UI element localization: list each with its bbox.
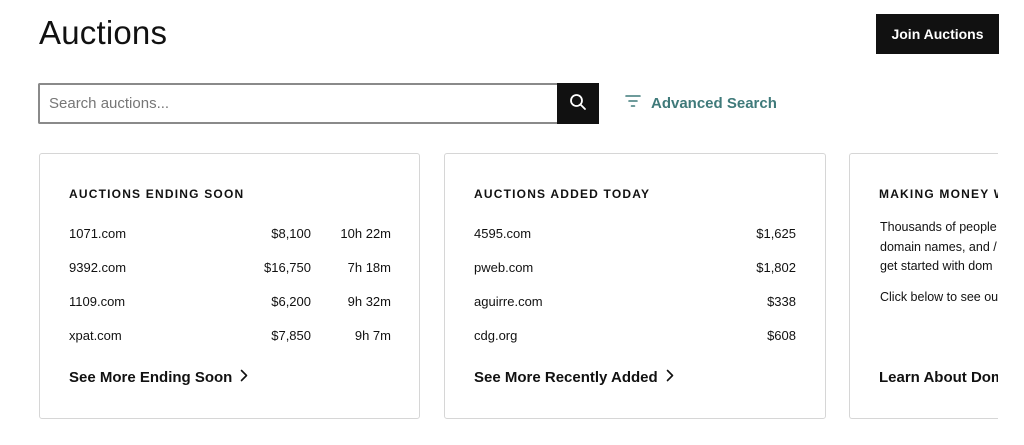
auction-row[interactable]: 1071.com $8,100 10h 22m <box>69 226 391 244</box>
auction-row[interactable]: aguirre.com $338 <box>474 294 796 312</box>
auction-row[interactable]: 9392.com $16,750 7h 18m <box>69 260 391 278</box>
join-auctions-button[interactable]: Join Auctions <box>876 14 999 54</box>
current-bid: $1,625 <box>756 226 796 241</box>
advanced-search-link[interactable]: Advanced Search <box>625 94 777 112</box>
search-box <box>38 83 559 124</box>
domain-name[interactable]: cdg.org <box>474 328 517 343</box>
auction-row[interactable]: 1109.com $6,200 9h 32m <box>69 294 391 312</box>
chevron-right-icon <box>240 369 248 386</box>
domain-name[interactable]: 1109.com <box>69 294 125 309</box>
see-more-label: See More Recently Added <box>474 369 658 386</box>
domain-name[interactable]: 4595.com <box>474 226 531 241</box>
current-bid: $8,100 <box>271 226 311 241</box>
domain-name[interactable]: 9392.com <box>69 260 126 275</box>
time-left: 7h 18m <box>347 260 391 275</box>
auction-row[interactable]: pweb.com $1,802 <box>474 260 796 278</box>
filter-icon <box>625 94 641 112</box>
card-title: AUCTIONS ENDING SOON <box>69 187 245 201</box>
current-bid: $1,802 <box>756 260 796 275</box>
domain-name[interactable]: aguirre.com <box>474 294 543 309</box>
see-more-recently-added-link[interactable]: See More Recently Added <box>474 369 674 386</box>
current-bid: $608 <box>767 328 796 343</box>
auction-row[interactable]: xpat.com $7,850 9h 7m <box>69 328 391 346</box>
auctions-added-today-card: AUCTIONS ADDED TODAY 4595.com $1,625 pwe… <box>444 153 826 419</box>
card-title: MAKING MONEY W <box>879 187 1007 201</box>
time-left: 9h 7m <box>354 328 391 343</box>
card-title: AUCTIONS ADDED TODAY <box>474 187 651 201</box>
current-bid: $6,200 <box>271 294 311 309</box>
auction-row[interactable]: 4595.com $1,625 <box>474 226 796 244</box>
auction-row[interactable]: cdg.org $608 <box>474 328 796 346</box>
current-bid: $16,750 <box>264 260 311 275</box>
search-input[interactable] <box>40 85 559 122</box>
advanced-search-label: Advanced Search <box>651 94 777 112</box>
domain-name[interactable]: xpat.com <box>69 328 122 343</box>
time-left: 10h 22m <box>340 226 391 241</box>
domain-name[interactable]: 1071.com <box>69 226 126 241</box>
current-bid: $7,850 <box>271 328 311 343</box>
see-more-label: See More Ending Soon <box>69 369 233 386</box>
page-title: Auctions <box>39 14 168 51</box>
search-icon <box>569 93 587 114</box>
current-bid: $338 <box>767 294 796 309</box>
learn-about-domains-link[interactable]: Learn About Doma <box>879 369 1013 386</box>
domain-name[interactable]: pweb.com <box>474 260 533 275</box>
auctions-ending-soon-card: AUCTIONS ENDING SOON 1071.com $8,100 10h… <box>39 153 420 419</box>
time-left: 9h 32m <box>347 294 391 309</box>
search-button[interactable] <box>557 83 599 124</box>
see-more-label: Learn About Doma <box>879 369 1013 386</box>
viewport-clip <box>998 140 1024 445</box>
see-more-ending-soon-link[interactable]: See More Ending Soon <box>69 369 248 386</box>
chevron-right-icon <box>666 369 674 386</box>
